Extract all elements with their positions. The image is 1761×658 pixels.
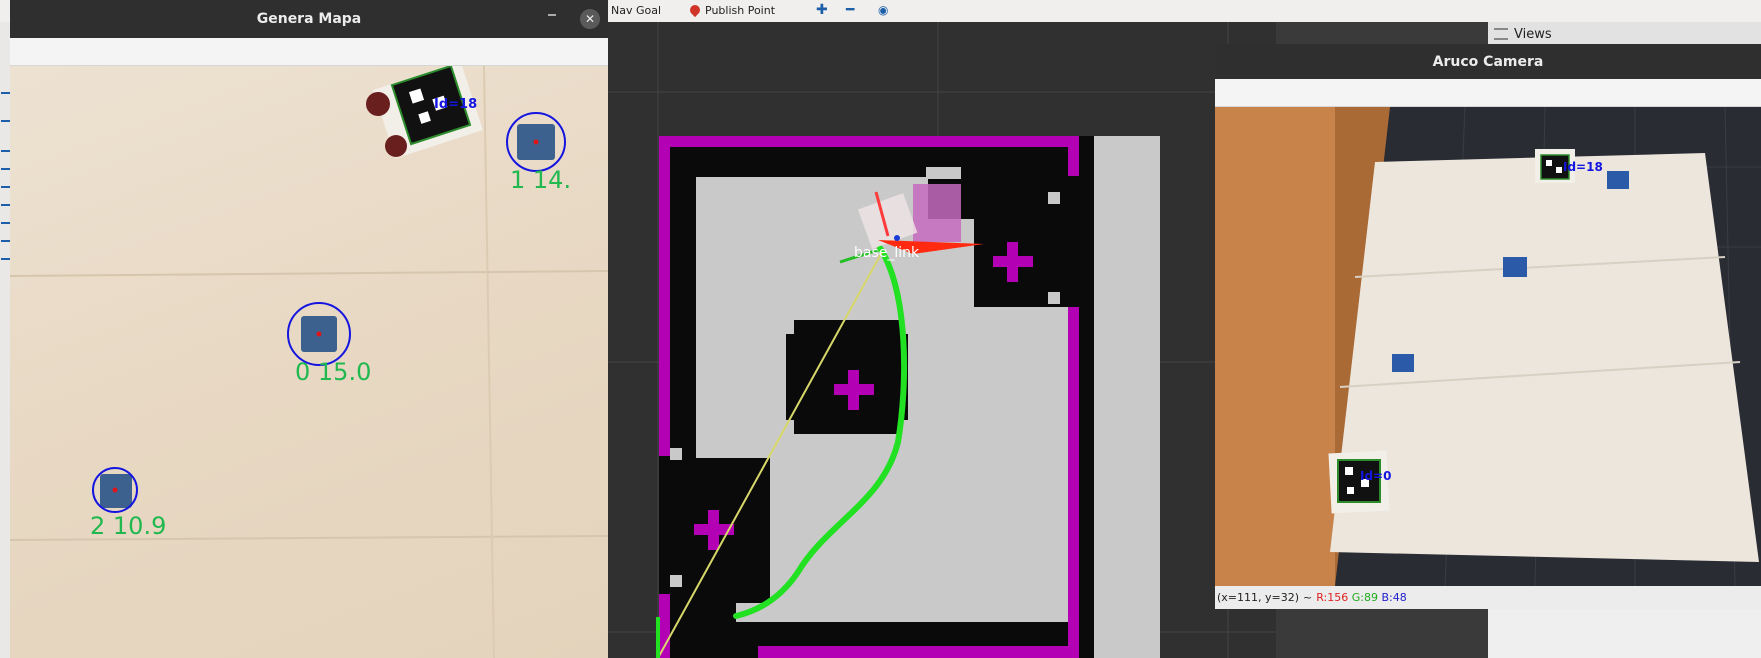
aruco-robot-id-label: Id=18	[1563, 160, 1603, 174]
aruco-camera-window: Aruco Camera Id=18 Id=0 (x=111, y=32) ~ …	[1215, 44, 1761, 609]
marker-0-label: 0 15.0	[295, 358, 371, 386]
nav-goal-label: Nav Goal	[611, 3, 662, 17]
close-icon[interactable]: ✕	[580, 9, 600, 29]
robot-id-label: Id=18	[434, 97, 477, 112]
robot: Id=18	[366, 66, 483, 159]
aruco-camera-title: Aruco Camera	[1432, 53, 1544, 70]
marker-1: 1 14.	[506, 112, 571, 194]
aruco-pixel-status: (x=111, y=32) ~ R:156 G:89 B:48	[1215, 586, 1761, 609]
genera-mapa-overlay: Id=18 0 15.0 1 14. 2 10.9	[10, 66, 608, 658]
status-coords: (x=111, y=32)	[1217, 591, 1300, 604]
aruco-camera-overlay: Id=18 Id=0	[1215, 107, 1761, 586]
remove-tool[interactable]: ━	[846, 2, 854, 18]
aruco-camera-view: Id=18 Id=0	[1215, 107, 1761, 586]
status-red: R:156	[1316, 591, 1349, 604]
move-cross-icon: ✚	[816, 2, 828, 18]
status-green: G:89	[1351, 591, 1378, 604]
box-3	[1607, 171, 1629, 189]
genera-mapa-titlebar[interactable]: Genera Mapa ✕	[10, 0, 608, 38]
wall	[1215, 107, 1335, 586]
publish-point-label: Publish Point	[705, 3, 776, 17]
genera-mapa-window: Genera Mapa ✕ Id=18 0 15.0 1 14. 2 10.9	[10, 0, 608, 658]
map-pin-icon	[687, 2, 703, 18]
move-camera-tool[interactable]: ✚	[816, 2, 828, 18]
marker-2-label: 2 10.9	[90, 512, 166, 540]
box-1	[1503, 257, 1527, 277]
occupancy-map: base_link	[608, 22, 1276, 658]
genera-mapa-menubar	[10, 38, 608, 66]
background-app-strip	[0, 22, 10, 658]
genera-mapa-title: Genera Mapa	[256, 11, 362, 27]
status-blue: B:48	[1381, 591, 1407, 604]
aruco-origin: Id=0	[1328, 450, 1391, 514]
aruco-camera-titlebar[interactable]: Aruco Camera	[1215, 44, 1761, 79]
views-panel-title: Views	[1514, 26, 1552, 42]
marker-0: 0 15.0	[287, 302, 371, 386]
panel-grip-icon	[1494, 28, 1508, 40]
aruco-camera-menubar	[1215, 79, 1761, 107]
aruco-origin-id-label: Id=0	[1360, 469, 1391, 483]
minimize-icon[interactable]	[548, 14, 556, 16]
robot-frame-label: base_link	[854, 245, 920, 261]
focus-camera-tool[interactable]: ◉	[878, 2, 888, 18]
publish-point-tool[interactable]: Publish Point	[687, 2, 776, 18]
box-2	[1392, 354, 1414, 372]
status-separator: ~	[1303, 591, 1313, 604]
rviz-3d-view[interactable]: base_link	[608, 22, 1276, 658]
minus-icon: ━	[846, 2, 855, 18]
eye-icon: ◉	[878, 3, 889, 17]
marker-2: 2 10.9	[90, 467, 166, 540]
genera-mapa-camera-view: Id=18 0 15.0 1 14. 2 10.9	[10, 66, 608, 658]
marker-1-label: 1 14.	[510, 166, 571, 194]
